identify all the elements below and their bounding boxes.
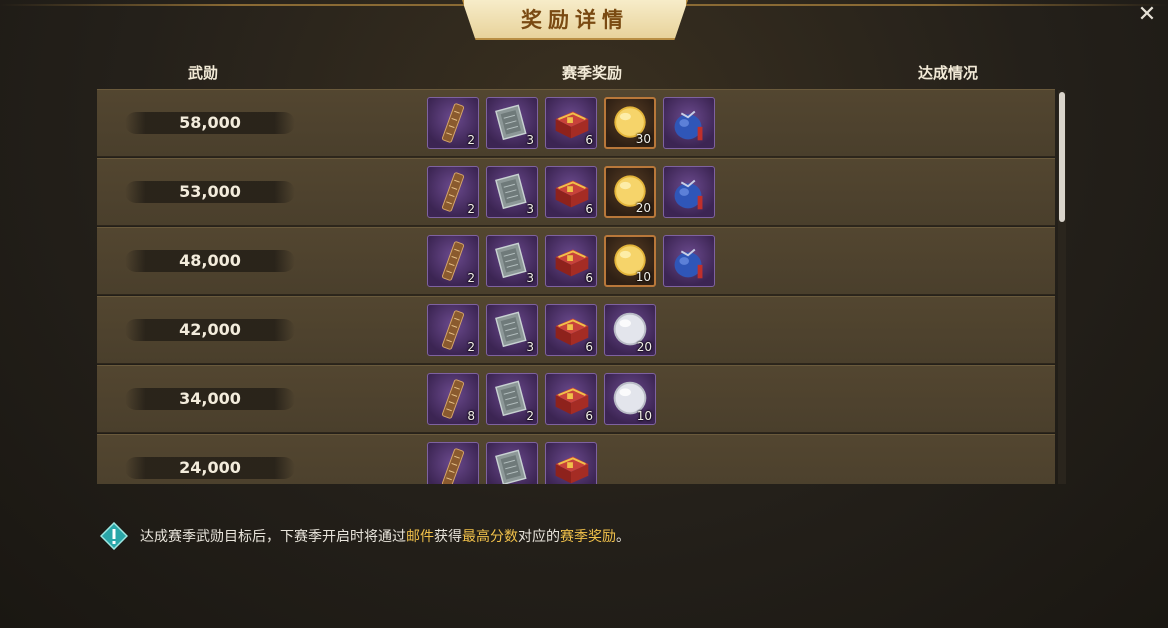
item-quantity: 3 [526, 271, 534, 285]
item-quantity: 3 [526, 133, 534, 147]
reward-item-slot[interactable]: 20 [604, 166, 656, 218]
reward-item-slot[interactable]: 10 [604, 235, 656, 287]
reward-row: 58,000 2 3 6 30 [97, 89, 1055, 157]
item-quantity: 30 [635, 132, 651, 146]
score-value: 34,000 [125, 388, 295, 410]
hint-highlight: 邮件 [406, 529, 434, 545]
reward-item-slot[interactable]: 8 [427, 373, 479, 425]
column-header-status: 达成情况 [918, 64, 979, 82]
reward-item-slot[interactable]: 6 [545, 304, 597, 356]
reward-row: 53,000 2 3 6 20 [97, 158, 1055, 226]
item-quantity: 6 [585, 409, 593, 423]
hint-text: 达成赛季武勋目标后，下赛季开启时将通过邮件获得最高分数对应的赛季奖励。 [140, 526, 630, 546]
hint-highlight: 赛季奖励 [560, 529, 616, 545]
reward-item-slot[interactable]: 3 [486, 166, 538, 218]
reward-row: 34,000 8 2 6 10 [97, 365, 1055, 433]
reward-item-slot[interactable]: 2 [427, 304, 479, 356]
reward-item-slot[interactable]: 6 [545, 373, 597, 425]
item-quantity: 6 [585, 340, 593, 354]
reward-item-slot[interactable]: 6 [545, 97, 597, 149]
reward-item-slot[interactable]: 30 [604, 97, 656, 149]
reward-item-slot[interactable]: 3 [486, 304, 538, 356]
column-header-score: 武勋 [188, 64, 219, 82]
book-icon [495, 449, 527, 484]
reward-item-slot[interactable]: 3 [486, 235, 538, 287]
item-quantity: 2 [467, 202, 475, 216]
scroll-icon [441, 448, 465, 484]
reward-item-slot[interactable] [663, 166, 715, 218]
item-quantity: 6 [585, 271, 593, 285]
scrollbar-thumb[interactable] [1059, 92, 1065, 222]
reward-item-slot[interactable] [663, 97, 715, 149]
score-value: 58,000 [125, 112, 295, 134]
title-plate: 奖励详情 [462, 0, 688, 40]
reward-row: 48,000 2 3 6 10 [97, 227, 1055, 295]
hint-segment: 达成赛季武勋目标后，下赛季开启时将通过 [140, 529, 406, 545]
reward-item-slot[interactable]: 2 [486, 373, 538, 425]
item-quantity: 6 [585, 202, 593, 216]
reward-item-slot[interactable]: 20 [604, 304, 656, 356]
score-value: 42,000 [125, 319, 295, 341]
reward-item-slot[interactable]: 2 [427, 166, 479, 218]
pouch-icon [674, 110, 703, 141]
dialog-title: 奖励详情 [521, 7, 629, 32]
item-quantity: 20 [636, 340, 652, 354]
score-value: 53,000 [125, 181, 295, 203]
score-value: 24,000 [125, 457, 295, 479]
pouch-icon [674, 179, 703, 210]
reward-item-slot[interactable]: 6 [545, 235, 597, 287]
item-quantity: 20 [635, 201, 651, 215]
chest-icon [555, 456, 589, 484]
item-quantity: 3 [526, 202, 534, 216]
hint-highlight: 最高分数 [462, 529, 518, 545]
reward-list[interactable]: 58,000 2 3 6 30 53,000 2 3 6 20 48,000 2 3 6 10 42,000 2… [97, 88, 1055, 484]
item-quantity: 10 [636, 409, 652, 423]
reward-item-slot[interactable] [427, 442, 479, 484]
item-quantity: 2 [467, 133, 475, 147]
item-quantity: 2 [467, 271, 475, 285]
reward-item-slot[interactable] [486, 442, 538, 484]
column-header-rewards: 赛季奖励 [562, 64, 623, 82]
item-quantity: 2 [526, 409, 534, 423]
item-quantity: 8 [467, 409, 475, 423]
hint-segment: 。 [616, 529, 630, 545]
info-diamond-icon [100, 522, 128, 550]
score-value: 48,000 [125, 250, 295, 272]
reward-item-slot[interactable]: 10 [604, 373, 656, 425]
reward-row: 24,000 [97, 434, 1055, 484]
close-button[interactable]: ✕ [1134, 2, 1160, 28]
reward-item-slot[interactable]: 6 [545, 166, 597, 218]
item-quantity: 2 [467, 340, 475, 354]
reward-item-slot[interactable]: 2 [427, 97, 479, 149]
reward-item-slot[interactable]: 3 [486, 97, 538, 149]
reward-item-slot[interactable]: 2 [427, 235, 479, 287]
reward-item-slot[interactable] [663, 235, 715, 287]
pouch-icon [674, 248, 703, 279]
item-quantity: 6 [585, 133, 593, 147]
reward-item-slot[interactable] [545, 442, 597, 484]
reward-row: 42,000 2 3 6 20 [97, 296, 1055, 364]
hint-segment: 对应的 [518, 529, 560, 545]
item-quantity: 3 [526, 340, 534, 354]
item-quantity: 10 [635, 270, 651, 284]
hint-segment: 获得 [434, 529, 462, 545]
